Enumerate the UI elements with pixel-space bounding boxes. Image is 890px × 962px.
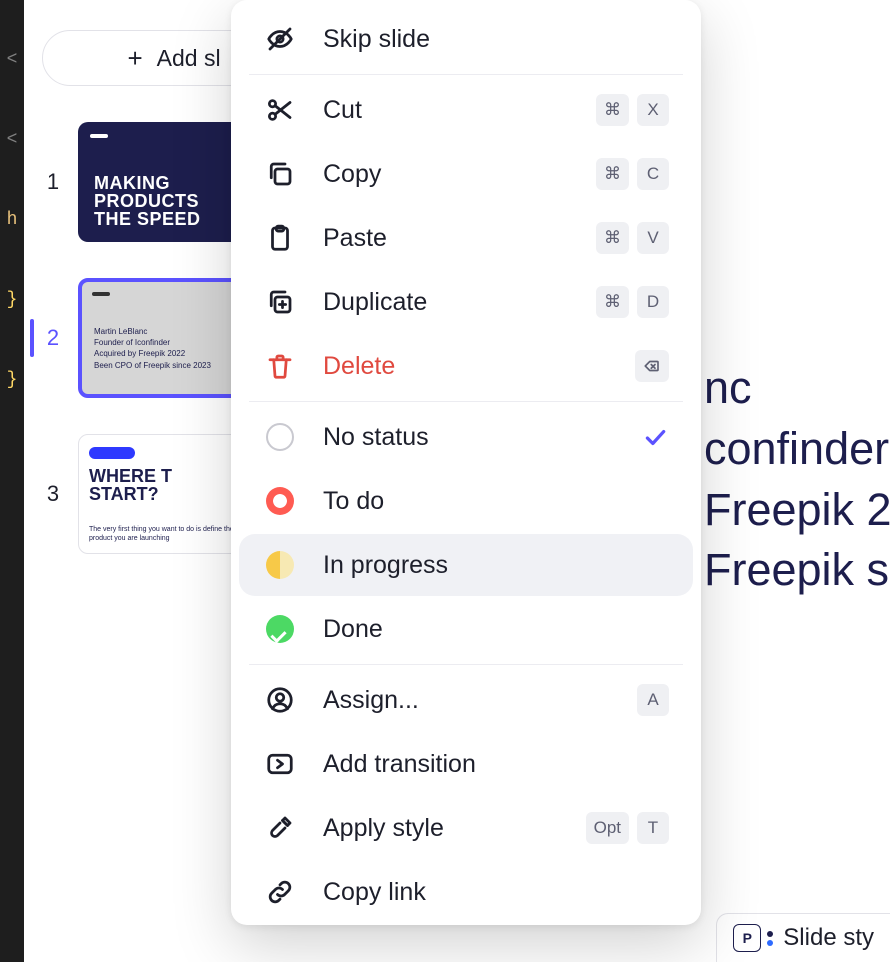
menu-assign[interactable]: Assign... A [239, 669, 693, 731]
slide-context-menu: Skip slide Cut ⌘X Copy ⌘C Paste ⌘V Dupli… [231, 0, 701, 925]
menu-copy[interactable]: Copy ⌘C [239, 143, 693, 205]
menu-delete[interactable]: Delete [239, 335, 693, 397]
user-icon [263, 683, 297, 717]
brush-icon [263, 811, 297, 845]
status-todo-icon [266, 487, 294, 515]
eye-off-icon [263, 22, 297, 56]
menu-copy-link[interactable]: Copy link [239, 861, 693, 913]
code-gutter: << h}} [0, 0, 24, 962]
duplicate-icon [263, 285, 297, 319]
slide-style-button[interactable]: P Slide sty [716, 913, 890, 962]
scissors-icon [263, 93, 297, 127]
menu-status-inprogress[interactable]: In progress [239, 534, 693, 596]
menu-transition[interactable]: Add transition [239, 733, 693, 795]
menu-status-none[interactable]: No status [239, 406, 693, 468]
backspace-icon [635, 350, 669, 382]
status-none-icon [266, 423, 294, 451]
plus-icon: + [127, 43, 142, 74]
menu-paste[interactable]: Paste ⌘V [239, 207, 693, 269]
clipboard-icon [263, 221, 297, 255]
menu-duplicate[interactable]: Duplicate ⌘D [239, 271, 693, 333]
status-inprogress-icon [266, 551, 294, 579]
transition-icon [263, 747, 297, 781]
slide-number: 3 [42, 481, 64, 507]
trash-icon [263, 349, 297, 383]
slide-style-icon: P [733, 924, 761, 952]
link-icon [263, 875, 297, 909]
copy-icon [263, 157, 297, 191]
status-done-icon [266, 615, 294, 643]
add-slide-label: Add sl [157, 45, 221, 72]
color-dots-icon [767, 931, 773, 946]
menu-status-done[interactable]: Done [239, 598, 693, 660]
slide-number: 2 [42, 325, 64, 351]
menu-status-todo[interactable]: To do [239, 470, 693, 532]
menu-apply-style[interactable]: Apply style OptT [239, 797, 693, 859]
menu-skip-slide[interactable]: Skip slide [239, 8, 693, 70]
check-icon [641, 423, 669, 451]
menu-cut[interactable]: Cut ⌘X [239, 79, 693, 141]
slide-number: 1 [42, 169, 64, 195]
